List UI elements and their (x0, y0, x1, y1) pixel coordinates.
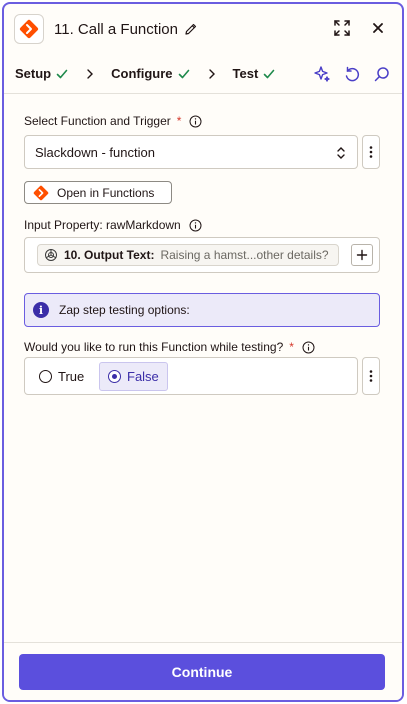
pill-step: 10. Output Text: (64, 248, 155, 262)
panel-header: 11. Call a Function (4, 4, 402, 54)
label-text: Select Function and Trigger (24, 114, 171, 128)
search-icon[interactable] (372, 64, 392, 84)
tab-setup[interactable]: Setup (15, 66, 69, 81)
info-icon[interactable] (189, 115, 202, 128)
testing-options-alert: i Zap step testing options: (24, 293, 380, 327)
close-icon[interactable] (368, 18, 388, 38)
run-while-testing-label: Would you like to run this Function whil… (24, 340, 315, 354)
continue-button[interactable]: Continue (19, 654, 385, 690)
step-tabs: Setup Configure Test (4, 54, 402, 94)
select-value: Slackdown - function (35, 144, 155, 160)
plus-icon (356, 249, 368, 261)
chevron-right-icon (85, 68, 95, 80)
chevron-right-icon (207, 68, 217, 80)
tab-test[interactable]: Test (233, 66, 277, 81)
required-marker: * (176, 114, 182, 128)
chevron-up-down-icon (335, 145, 347, 161)
alert-text: Zap step testing options: (59, 303, 190, 317)
tab-label: Configure (111, 66, 173, 81)
radio-circle (108, 370, 121, 383)
check-icon (177, 67, 191, 81)
tab-configure[interactable]: Configure (111, 66, 190, 81)
info-filled-icon: i (33, 302, 49, 318)
mapped-field-pill[interactable]: 10. Output Text: Raising a hamst...other… (37, 244, 339, 266)
step-editor-panel: 11. Call a Function Setup Configure Test… (2, 2, 404, 702)
label-text: Input Property: rawMarkdown (24, 218, 181, 232)
function-select[interactable]: Slackdown - function (24, 135, 358, 169)
openai-icon (44, 248, 58, 262)
radio-label: False (127, 369, 159, 384)
more-options-icon[interactable] (362, 135, 380, 169)
pencil-icon[interactable] (184, 22, 198, 36)
radio-true[interactable]: True (31, 362, 92, 391)
open-in-functions-button[interactable]: Open in Functions (24, 181, 172, 204)
more-options-icon[interactable] (362, 357, 380, 395)
add-field-button[interactable] (351, 244, 373, 266)
function-field-label: Select Function and Trigger * (24, 114, 202, 128)
functions-logo-icon (33, 185, 49, 201)
panel-footer: Continue (4, 642, 402, 700)
undo-icon[interactable] (342, 64, 362, 84)
functions-logo-icon (14, 14, 44, 44)
step-title: 11. Call a Function (54, 20, 178, 38)
pill-value: Raising a hamst...other details? (160, 248, 329, 262)
input-property-field[interactable]: 10. Output Text: Raising a hamst...other… (24, 237, 380, 273)
tab-label: Setup (15, 66, 52, 81)
run-while-testing-radio-group: True False (24, 357, 358, 395)
required-marker: * (289, 340, 294, 354)
input-property-label: Input Property: rawMarkdown (24, 218, 202, 232)
radio-circle (39, 370, 52, 383)
info-icon[interactable] (302, 341, 315, 354)
check-icon (262, 67, 276, 81)
expand-icon[interactable] (332, 18, 352, 38)
tab-label: Test (232, 66, 259, 81)
sparkle-icon[interactable] (312, 64, 332, 84)
check-icon (55, 67, 69, 81)
radio-false[interactable]: False (99, 362, 168, 391)
label-text: Would you like to run this Function whil… (24, 340, 284, 354)
radio-label: True (58, 369, 85, 384)
button-label: Open in Functions (57, 185, 155, 200)
info-icon[interactable] (189, 219, 202, 232)
